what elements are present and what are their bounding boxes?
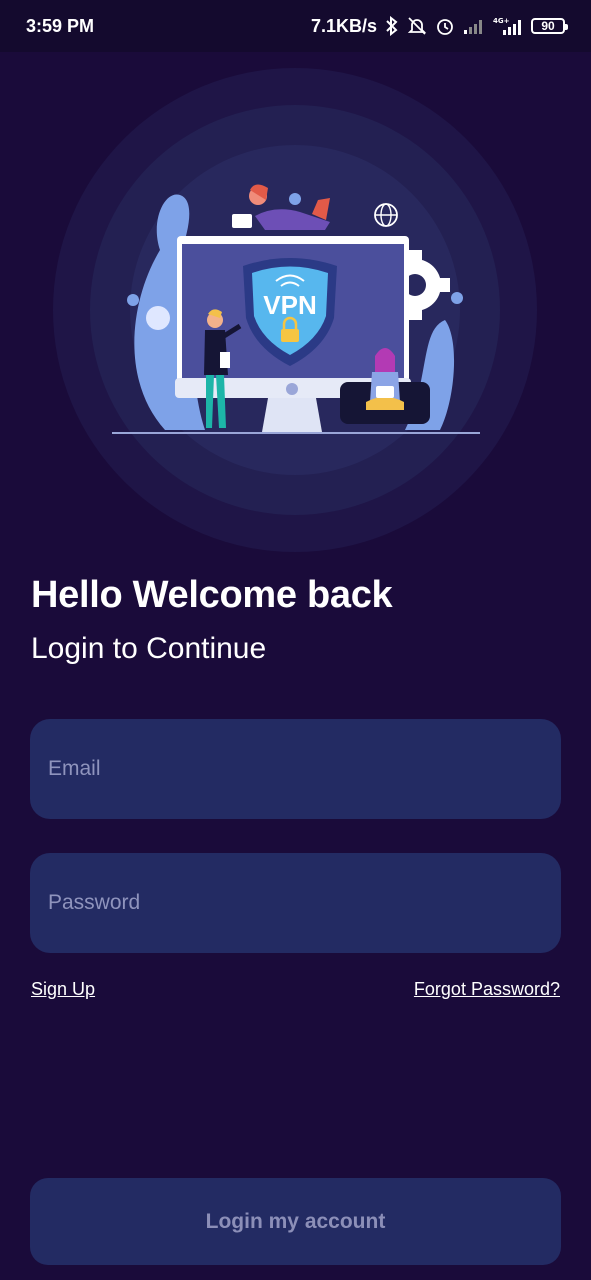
decor-dot [451, 292, 463, 304]
monitor-button [286, 383, 298, 395]
signal-4g-icon: 4G+ [493, 17, 521, 35]
sign-up-link[interactable]: Sign Up [31, 979, 95, 1000]
welcome-title: Hello Welcome back [31, 574, 393, 616]
monitor-stand [262, 398, 322, 432]
planet-icon [146, 306, 170, 330]
bluetooth-icon [386, 16, 398, 36]
password-field-container[interactable] [30, 853, 561, 953]
welcome-subtitle: Login to Continue [31, 632, 267, 665]
network-speed: 7.1KB/s [310, 15, 377, 36]
decor-dot [289, 193, 301, 205]
bell-muted-icon [407, 17, 427, 35]
network-type-label: 4G+ [493, 17, 510, 25]
email-field-container[interactable] [30, 719, 561, 819]
forgot-password-link[interactable]: Forgot Password? [414, 979, 560, 1000]
vpn-monitor-illustration: VPN [53, 68, 537, 552]
status-time: 3:59 PM [26, 15, 95, 36]
vpn-screen-text: VPN [263, 290, 316, 320]
alarm-icon [437, 19, 453, 35]
password-field[interactable] [46, 890, 545, 916]
status-icons: 7.1KB/s 4G+ 90 [310, 15, 568, 37]
decor-dot [127, 294, 139, 306]
signal-icon [464, 20, 482, 34]
battery-icon: 90 [531, 18, 568, 34]
login-button[interactable]: Login my account [30, 1178, 561, 1265]
email-field[interactable] [46, 756, 545, 782]
status-bar: 3:59 PM 7.1KB/s 4G+ 90 [0, 0, 591, 52]
